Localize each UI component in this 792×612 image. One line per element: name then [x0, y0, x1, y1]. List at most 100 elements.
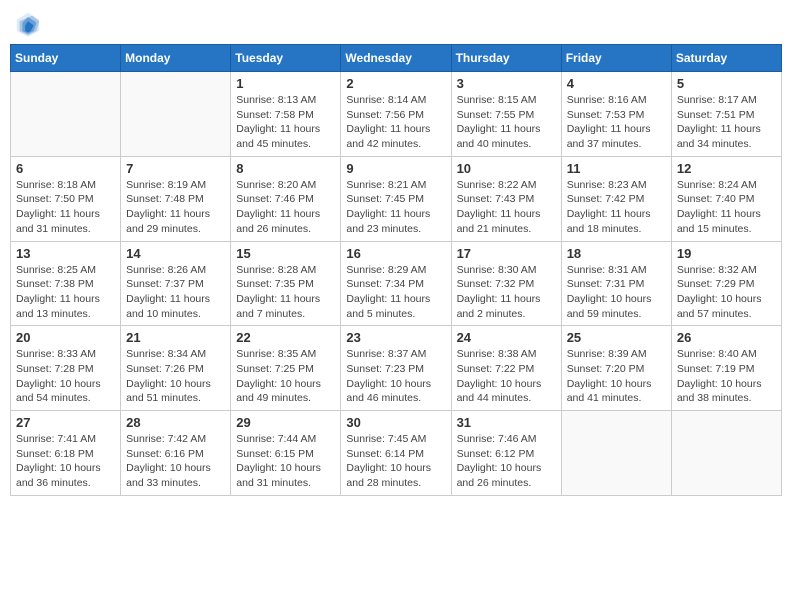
calendar-day-cell: 9 Sunrise: 8:21 AM Sunset: 7:45 PM Daylig…: [341, 156, 451, 241]
day-info: Sunrise: 8:14 AM Sunset: 7:56 PM Dayligh…: [346, 93, 445, 152]
day-number: 23: [346, 330, 445, 345]
day-info: Sunrise: 8:40 AM Sunset: 7:19 PM Dayligh…: [677, 347, 776, 406]
day-number: 16: [346, 246, 445, 261]
day-info: Sunrise: 8:21 AM Sunset: 7:45 PM Dayligh…: [346, 178, 445, 237]
calendar-week-row: 20Sunrise: 8:33 AM Sunset: 7:28 PM Dayli…: [11, 326, 782, 411]
day-number: 18: [567, 246, 666, 261]
day-number: 5: [677, 76, 776, 91]
day-info: Sunrise: 8:29 AM Sunset: 7:34 PM Dayligh…: [346, 263, 445, 322]
day-number: 2: [346, 76, 445, 91]
day-info: Sunrise: 7:41 AM Sunset: 6:18 PM Dayligh…: [16, 432, 115, 491]
calendar-day-cell: 5 Sunrise: 8:17 AM Sunset: 7:51 PM Daylig…: [671, 72, 781, 157]
calendar-day-cell: 8Sunrise: 8:20 AM Sunset: 7:46 PM Daylig…: [231, 156, 341, 241]
calendar-day-cell: 18 Sunrise: 8:31 AM Sunset: 7:31 PM Dayli…: [561, 241, 671, 326]
day-info: Sunrise: 7:45 AM Sunset: 6:14 PM Dayligh…: [346, 432, 445, 491]
calendar-day-cell: 25 Sunrise: 8:39 AM Sunset: 7:20 PM Dayli…: [561, 326, 671, 411]
day-number: 9: [346, 161, 445, 176]
day-info: Sunrise: 8:20 AM Sunset: 7:46 PM Dayligh…: [236, 178, 335, 237]
day-number: 11: [567, 161, 666, 176]
day-number: 17: [457, 246, 556, 261]
day-info: Sunrise: 8:23 AM Sunset: 7:42 PM Dayligh…: [567, 178, 666, 237]
day-number: 26: [677, 330, 776, 345]
calendar-week-row: 27Sunrise: 7:41 AM Sunset: 6:18 PM Dayli…: [11, 411, 782, 496]
calendar-day-cell: 30 Sunrise: 7:45 AM Sunset: 6:14 PM Dayli…: [341, 411, 451, 496]
day-info: Sunrise: 8:22 AM Sunset: 7:43 PM Dayligh…: [457, 178, 556, 237]
day-number: 1: [236, 76, 335, 91]
calendar-day-cell: 22Sunrise: 8:35 AM Sunset: 7:25 PM Dayli…: [231, 326, 341, 411]
day-number: 19: [677, 246, 776, 261]
calendar-day-cell: 24 Sunrise: 8:38 AM Sunset: 7:22 PM Dayli…: [451, 326, 561, 411]
calendar-header-row: SundayMondayTuesdayWednesdayThursdayFrid…: [11, 45, 782, 72]
day-info: Sunrise: 8:34 AM Sunset: 7:26 PM Dayligh…: [126, 347, 225, 406]
day-number: 30: [346, 415, 445, 430]
calendar-day-cell: 10 Sunrise: 8:22 AM Sunset: 7:43 PM Dayli…: [451, 156, 561, 241]
calendar-day-cell: 1 Sunrise: 8:13 AM Sunset: 7:58 PM Daylig…: [231, 72, 341, 157]
day-of-week-header: Friday: [561, 45, 671, 72]
calendar-day-cell: 3 Sunrise: 8:15 AM Sunset: 7:55 PM Daylig…: [451, 72, 561, 157]
calendar-day-cell: 15 Sunrise: 8:28 AM Sunset: 7:35 PM Dayli…: [231, 241, 341, 326]
day-info: Sunrise: 8:39 AM Sunset: 7:20 PM Dayligh…: [567, 347, 666, 406]
calendar-day-cell: 20Sunrise: 8:33 AM Sunset: 7:28 PM Dayli…: [11, 326, 121, 411]
calendar-day-cell: 2 Sunrise: 8:14 AM Sunset: 7:56 PM Daylig…: [341, 72, 451, 157]
calendar-day-cell: 13Sunrise: 8:25 AM Sunset: 7:38 PM Dayli…: [11, 241, 121, 326]
day-number: 21: [126, 330, 225, 345]
day-number: 10: [457, 161, 556, 176]
day-number: 31: [457, 415, 556, 430]
calendar-week-row: 13Sunrise: 8:25 AM Sunset: 7:38 PM Dayli…: [11, 241, 782, 326]
day-number: 4: [567, 76, 666, 91]
day-of-week-header: Saturday: [671, 45, 781, 72]
calendar-day-cell: 23 Sunrise: 8:37 AM Sunset: 7:23 PM Dayli…: [341, 326, 451, 411]
day-info: Sunrise: 8:13 AM Sunset: 7:58 PM Dayligh…: [236, 93, 335, 152]
day-info: Sunrise: 8:26 AM Sunset: 7:37 PM Dayligh…: [126, 263, 225, 322]
calendar-day-cell: [671, 411, 781, 496]
day-info: Sunrise: 8:25 AM Sunset: 7:38 PM Dayligh…: [16, 263, 115, 322]
day-number: 22: [236, 330, 335, 345]
calendar-day-cell: 16 Sunrise: 8:29 AM Sunset: 7:34 PM Dayli…: [341, 241, 451, 326]
calendar-week-row: 6 Sunrise: 8:18 AM Sunset: 7:50 PM Daylig…: [11, 156, 782, 241]
calendar-day-cell: [561, 411, 671, 496]
calendar-day-cell: 4 Sunrise: 8:16 AM Sunset: 7:53 PM Daylig…: [561, 72, 671, 157]
day-number: 6: [16, 161, 115, 176]
day-info: Sunrise: 8:15 AM Sunset: 7:55 PM Dayligh…: [457, 93, 556, 152]
page-header: [10, 10, 782, 38]
calendar-day-cell: 29 Sunrise: 7:44 AM Sunset: 6:15 PM Dayli…: [231, 411, 341, 496]
day-info: Sunrise: 8:32 AM Sunset: 7:29 PM Dayligh…: [677, 263, 776, 322]
day-of-week-header: Wednesday: [341, 45, 451, 72]
calendar-day-cell: [11, 72, 121, 157]
day-number: 28: [126, 415, 225, 430]
day-info: Sunrise: 7:46 AM Sunset: 6:12 PM Dayligh…: [457, 432, 556, 491]
day-number: 20: [16, 330, 115, 345]
day-of-week-header: Sunday: [11, 45, 121, 72]
day-info: Sunrise: 8:17 AM Sunset: 7:51 PM Dayligh…: [677, 93, 776, 152]
calendar-day-cell: 14 Sunrise: 8:26 AM Sunset: 7:37 PM Dayli…: [121, 241, 231, 326]
day-of-week-header: Monday: [121, 45, 231, 72]
calendar-day-cell: 12 Sunrise: 8:24 AM Sunset: 7:40 PM Dayli…: [671, 156, 781, 241]
day-info: Sunrise: 8:18 AM Sunset: 7:50 PM Dayligh…: [16, 178, 115, 237]
calendar-table: SundayMondayTuesdayWednesdayThursdayFrid…: [10, 44, 782, 496]
day-info: Sunrise: 8:30 AM Sunset: 7:32 PM Dayligh…: [457, 263, 556, 322]
logo: [14, 10, 46, 38]
day-info: Sunrise: 8:38 AM Sunset: 7:22 PM Dayligh…: [457, 347, 556, 406]
day-info: Sunrise: 8:37 AM Sunset: 7:23 PM Dayligh…: [346, 347, 445, 406]
day-number: 29: [236, 415, 335, 430]
calendar-day-cell: 17 Sunrise: 8:30 AM Sunset: 7:32 PM Dayli…: [451, 241, 561, 326]
day-number: 24: [457, 330, 556, 345]
calendar-day-cell: 26 Sunrise: 8:40 AM Sunset: 7:19 PM Dayli…: [671, 326, 781, 411]
day-info: Sunrise: 8:31 AM Sunset: 7:31 PM Dayligh…: [567, 263, 666, 322]
day-info: Sunrise: 8:24 AM Sunset: 7:40 PM Dayligh…: [677, 178, 776, 237]
day-number: 25: [567, 330, 666, 345]
calendar-week-row: 1 Sunrise: 8:13 AM Sunset: 7:58 PM Daylig…: [11, 72, 782, 157]
day-info: Sunrise: 7:44 AM Sunset: 6:15 PM Dayligh…: [236, 432, 335, 491]
day-info: Sunrise: 8:16 AM Sunset: 7:53 PM Dayligh…: [567, 93, 666, 152]
calendar-day-cell: 6 Sunrise: 8:18 AM Sunset: 7:50 PM Daylig…: [11, 156, 121, 241]
day-number: 3: [457, 76, 556, 91]
logo-icon: [14, 10, 42, 38]
day-number: 12: [677, 161, 776, 176]
calendar-day-cell: 21 Sunrise: 8:34 AM Sunset: 7:26 PM Dayli…: [121, 326, 231, 411]
day-number: 15: [236, 246, 335, 261]
calendar-day-cell: 19 Sunrise: 8:32 AM Sunset: 7:29 PM Dayli…: [671, 241, 781, 326]
day-of-week-header: Thursday: [451, 45, 561, 72]
day-info: Sunrise: 7:42 AM Sunset: 6:16 PM Dayligh…: [126, 432, 225, 491]
day-number: 14: [126, 246, 225, 261]
day-info: Sunrise: 8:28 AM Sunset: 7:35 PM Dayligh…: [236, 263, 335, 322]
